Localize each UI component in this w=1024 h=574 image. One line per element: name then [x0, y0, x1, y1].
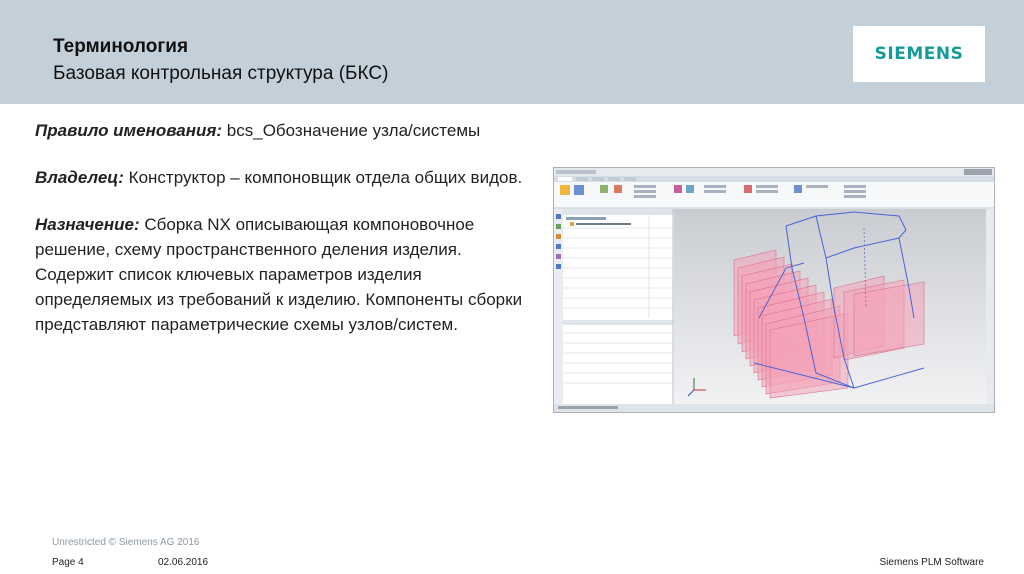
footer-classification: Unrestricted © Siemens AG 2016: [52, 537, 200, 548]
slide-subtitle: Базовая контрольная структура (БКС): [53, 63, 389, 84]
siemens-logo: SIEMENS: [853, 26, 985, 82]
owner-value: Конструктор – компоновщик отдела общих в…: [123, 168, 523, 187]
owner: Владелец: Конструктор – компоновщик отде…: [35, 165, 535, 190]
logo-text: SIEMENS: [874, 44, 964, 64]
purpose: Назначение: Сборка NX описывающая компон…: [35, 212, 535, 337]
slide-title: Терминология: [53, 36, 189, 57]
footer-date: 02.06.2016: [158, 557, 209, 568]
naming-value: bcs_Обозначение узла/системы: [222, 121, 481, 140]
nx-screenshot: [553, 167, 995, 413]
naming-rule: Правило именования: bcs_Обозначение узла…: [35, 118, 535, 143]
naming-label: Правило именования:: [35, 121, 223, 140]
footer-company: Siemens PLM Software: [879, 557, 985, 568]
owner-label: Владелец:: [35, 168, 124, 187]
body-content: Правило именования: bcs_Обозначение узла…: [35, 118, 535, 359]
purpose-label: Назначение:: [35, 215, 140, 234]
page-number: Page 4: [52, 557, 84, 568]
header-bar: Терминология Базовая контрольная структу…: [0, 0, 1024, 104]
nx-screenshot-image: [554, 168, 994, 412]
